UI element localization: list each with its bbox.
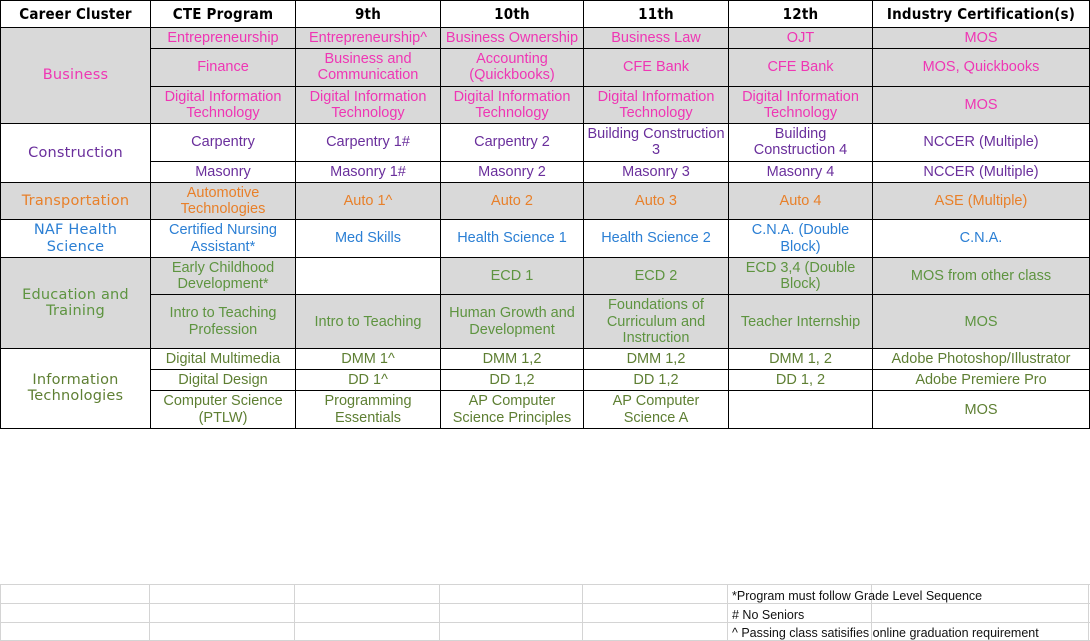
legend-notes: *Program must follow Grade Level Sequenc… bbox=[0, 0, 1090, 641]
legend-note-asterisk: *Program must follow Grade Level Sequenc… bbox=[732, 589, 983, 603]
legend-note-hash: # No Seniors bbox=[732, 608, 805, 622]
cte-program-matrix-sheet: Career Cluster CTE Program 9th 10th 11th… bbox=[0, 0, 1090, 641]
legend-note-caret: ^ Passing class satisifies online gradua… bbox=[732, 626, 1039, 640]
